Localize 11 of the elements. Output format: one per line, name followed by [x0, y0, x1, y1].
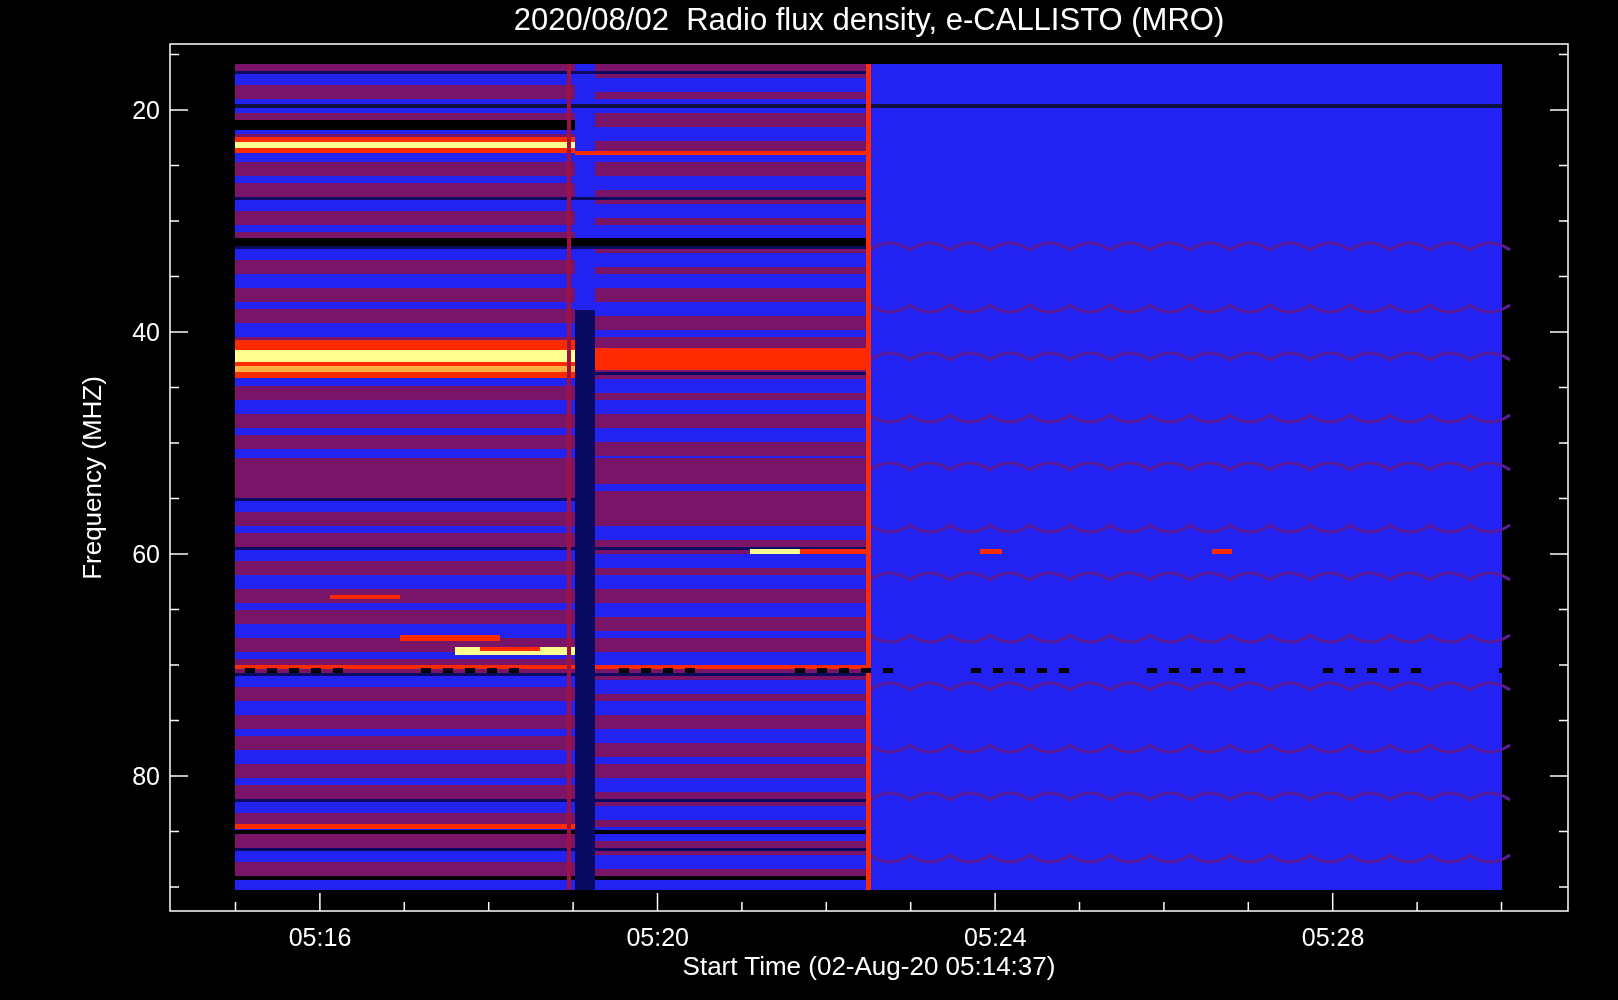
y-tick-label: 60 — [132, 540, 160, 568]
y-axis-label: Frequency (MHZ) — [77, 376, 107, 580]
chart-title: 2020/08/02 Radio flux density, e-CALLISTO (MRO) — [513, 2, 1225, 37]
y-tick-label: 20 — [132, 96, 160, 124]
x-axis-label: Start Time (02-Aug-20 05:14:37) — [682, 951, 1056, 981]
y-tick-label: 80 — [132, 762, 160, 790]
x-tick-label: 05:24 — [964, 923, 1027, 951]
x-tick-label: 05:20 — [626, 923, 689, 951]
x-tick-label: 05:16 — [288, 923, 352, 951]
x-tick-label: 05:28 — [1301, 923, 1365, 951]
y-tick-label: 40 — [132, 318, 160, 346]
